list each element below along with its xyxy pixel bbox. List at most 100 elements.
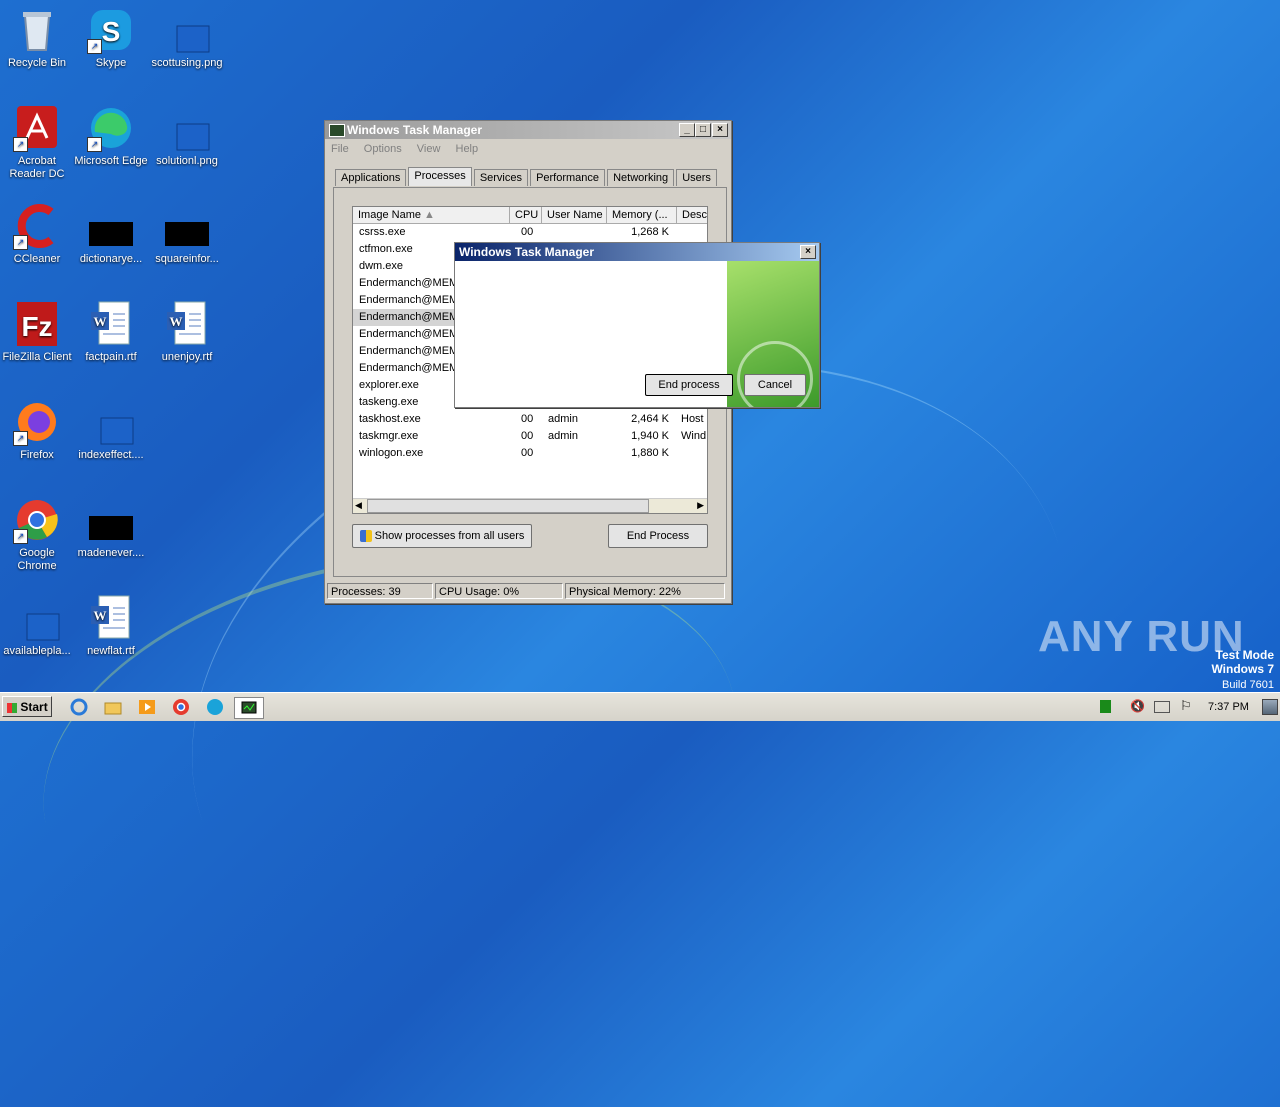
media-player-taskbar-icon[interactable] <box>136 697 158 717</box>
sort-arrow-icon: ▲ <box>424 209 435 221</box>
shortcut-arrow-icon: ↗ <box>87 39 102 54</box>
table-row[interactable]: csrss.exe 00 1,268 K <box>353 224 707 241</box>
scrollbar-thumb[interactable] <box>367 499 649 513</box>
cell-user: admin <box>548 413 578 425</box>
volume-tray-icon[interactable]: 🔇 <box>1130 699 1145 713</box>
clock[interactable]: 7:37 PM <box>1208 693 1249 721</box>
desktop-icon-unenjoy[interactable]: W unenjoy.rtf <box>150 300 224 364</box>
task-manager-icon <box>329 124 345 137</box>
desktop-icon-recycle-bin[interactable]: Recycle Bin <box>0 6 74 70</box>
desktop-icon-factpain[interactable]: W factpain.rtf <box>74 300 148 364</box>
window-title: Windows Task Manager <box>347 123 483 137</box>
shortcut-arrow-icon: ↗ <box>87 137 102 152</box>
tab-networking[interactable]: Networking <box>607 169 675 186</box>
desktop-icon-madenever[interactable]: madenever.... <box>74 496 148 560</box>
cell-mem: 1,268 K <box>631 226 669 238</box>
flag-tray-icon[interactable]: ⚐ <box>1180 698 1192 714</box>
skype-icon: S ↗ <box>87 6 135 54</box>
desktop-icon-filezilla[interactable]: Fz FileZilla Client <box>0 300 74 364</box>
table-row[interactable]: taskmgr.exe 00 admin 1,940 K Wind <box>353 428 707 445</box>
chrome-taskbar-icon[interactable] <box>170 697 192 717</box>
task-manager-titlebar[interactable]: Windows Task Manager _ □ × <box>325 121 731 139</box>
desktop-icon-squareinfor[interactable]: squareinfor... <box>150 202 224 266</box>
confirm-end-process-button[interactable]: End process <box>645 374 733 396</box>
column-description[interactable]: Desc <box>677 207 707 223</box>
desktop-icon-availablepla[interactable]: availablepla... <box>0 594 74 658</box>
os-version-line: Windows 7 <box>1211 662 1274 676</box>
table-row[interactable]: taskhost.exe 00 admin 2,464 K Host <box>353 411 707 428</box>
menu-help[interactable]: Help <box>456 143 479 155</box>
status-cpu-usage: CPU Usage: 0% <box>435 583 563 599</box>
column-user-name[interactable]: User Name <box>542 207 607 223</box>
tab-services[interactable]: Services <box>473 169 528 186</box>
firefox-icon: ↗ <box>13 398 61 446</box>
desktop-icon-newflat[interactable]: W newflat.rtf <box>74 594 148 658</box>
desktop-icon-ccleaner[interactable]: ↗ CCleaner <box>0 202 74 266</box>
end-process-button[interactable]: End Process <box>608 524 708 548</box>
horizontal-scrollbar[interactable]: ◀ ▶ <box>353 498 707 513</box>
table-row[interactable]: winlogon.exe 00 1,880 K <box>353 445 707 462</box>
shortcut-arrow-icon: ↗ <box>13 137 28 152</box>
cell-name: taskhost.exe <box>359 413 421 425</box>
show-all-users-button[interactable]: Show processes from all users <box>352 524 532 548</box>
svg-text:W: W <box>94 608 107 623</box>
menu-view[interactable]: View <box>417 143 441 155</box>
recycle-bin-icon <box>13 6 61 54</box>
desktop-icon-firefox[interactable]: ↗ Firefox <box>0 398 74 462</box>
file-thumbnail-icon <box>87 496 135 544</box>
dialog-titlebar[interactable]: Windows Task Manager × <box>455 243 819 261</box>
shortcut-arrow-icon: ↗ <box>13 529 28 544</box>
network-tray-icon[interactable] <box>1100 700 1111 713</box>
cell-mem: 2,464 K <box>631 413 669 425</box>
image-file-icon <box>163 104 211 152</box>
close-button[interactable]: × <box>712 123 728 137</box>
desktop-icon-solutionl[interactable]: solutionl.png <box>150 104 224 168</box>
task-manager-taskbar-button[interactable] <box>234 697 264 719</box>
tab-processes[interactable]: Processes <box>408 167 472 186</box>
shortcut-arrow-icon: ↗ <box>13 235 28 250</box>
cell-name: csrss.exe <box>359 226 406 238</box>
desktop-icon-dictionarye[interactable]: dictionarye... <box>74 202 148 266</box>
column-memory[interactable]: Memory (... <box>607 207 677 223</box>
test-mode-line: Test Mode <box>1215 648 1274 662</box>
file-thumbnail-icon <box>87 398 135 446</box>
taskbar: Start 🔇 ⚐ 7:37 PM <box>0 692 1280 721</box>
show-desktop-button[interactable] <box>1262 699 1278 715</box>
desktop-icon-indexeffect[interactable]: indexeffect.... <box>74 398 148 462</box>
minimize-button[interactable]: _ <box>679 123 695 137</box>
menu-bar: File Options View Help <box>325 139 731 159</box>
explorer-taskbar-icon[interactable] <box>102 697 124 717</box>
desktop-icon-edge[interactable]: ↗ Microsoft Edge <box>74 104 148 168</box>
edge-icon: ↗ <box>87 104 135 152</box>
ie-taskbar-icon[interactable] <box>68 697 90 717</box>
display-tray-icon[interactable] <box>1154 701 1170 713</box>
build-line: Build 7601 <box>1222 679 1274 691</box>
desktop-icon-skype[interactable]: S ↗ Skype <box>74 6 148 70</box>
file-thumbnail-icon <box>163 202 211 250</box>
scroll-left-icon[interactable]: ◀ <box>355 500 362 511</box>
dialog-close-button[interactable]: × <box>800 245 816 259</box>
cancel-button[interactable]: Cancel <box>744 374 806 396</box>
shield-icon <box>359 530 372 543</box>
tab-performance[interactable]: Performance <box>530 169 606 186</box>
desktop-icon-scottusing[interactable]: scottusing.png <box>150 6 224 70</box>
edge-taskbar-icon[interactable] <box>204 697 226 717</box>
maximize-button[interactable]: □ <box>695 123 711 137</box>
word-document-icon: W <box>87 594 135 642</box>
svg-text:W: W <box>94 314 107 329</box>
windows-logo-icon <box>7 702 17 713</box>
cell-desc: Host <box>681 413 704 425</box>
word-document-icon: W <box>87 300 135 348</box>
menu-file[interactable]: File <box>331 143 349 155</box>
tab-users[interactable]: Users <box>676 169 717 186</box>
tab-applications[interactable]: Applications <box>335 169 407 186</box>
column-image-name[interactable]: Image Name ▲ <box>353 207 510 223</box>
svg-text:W: W <box>170 314 183 329</box>
menu-options[interactable]: Options <box>364 143 402 155</box>
desktop-icon-chrome[interactable]: ↗ Google Chrome <box>0 496 74 573</box>
cell-name: taskmgr.exe <box>359 430 419 442</box>
scroll-right-icon[interactable]: ▶ <box>697 500 704 511</box>
start-button[interactable]: Start <box>2 696 52 717</box>
desktop-icon-acrobat[interactable]: ↗ Acrobat Reader DC <box>0 104 74 181</box>
column-cpu[interactable]: CPU <box>510 207 542 223</box>
